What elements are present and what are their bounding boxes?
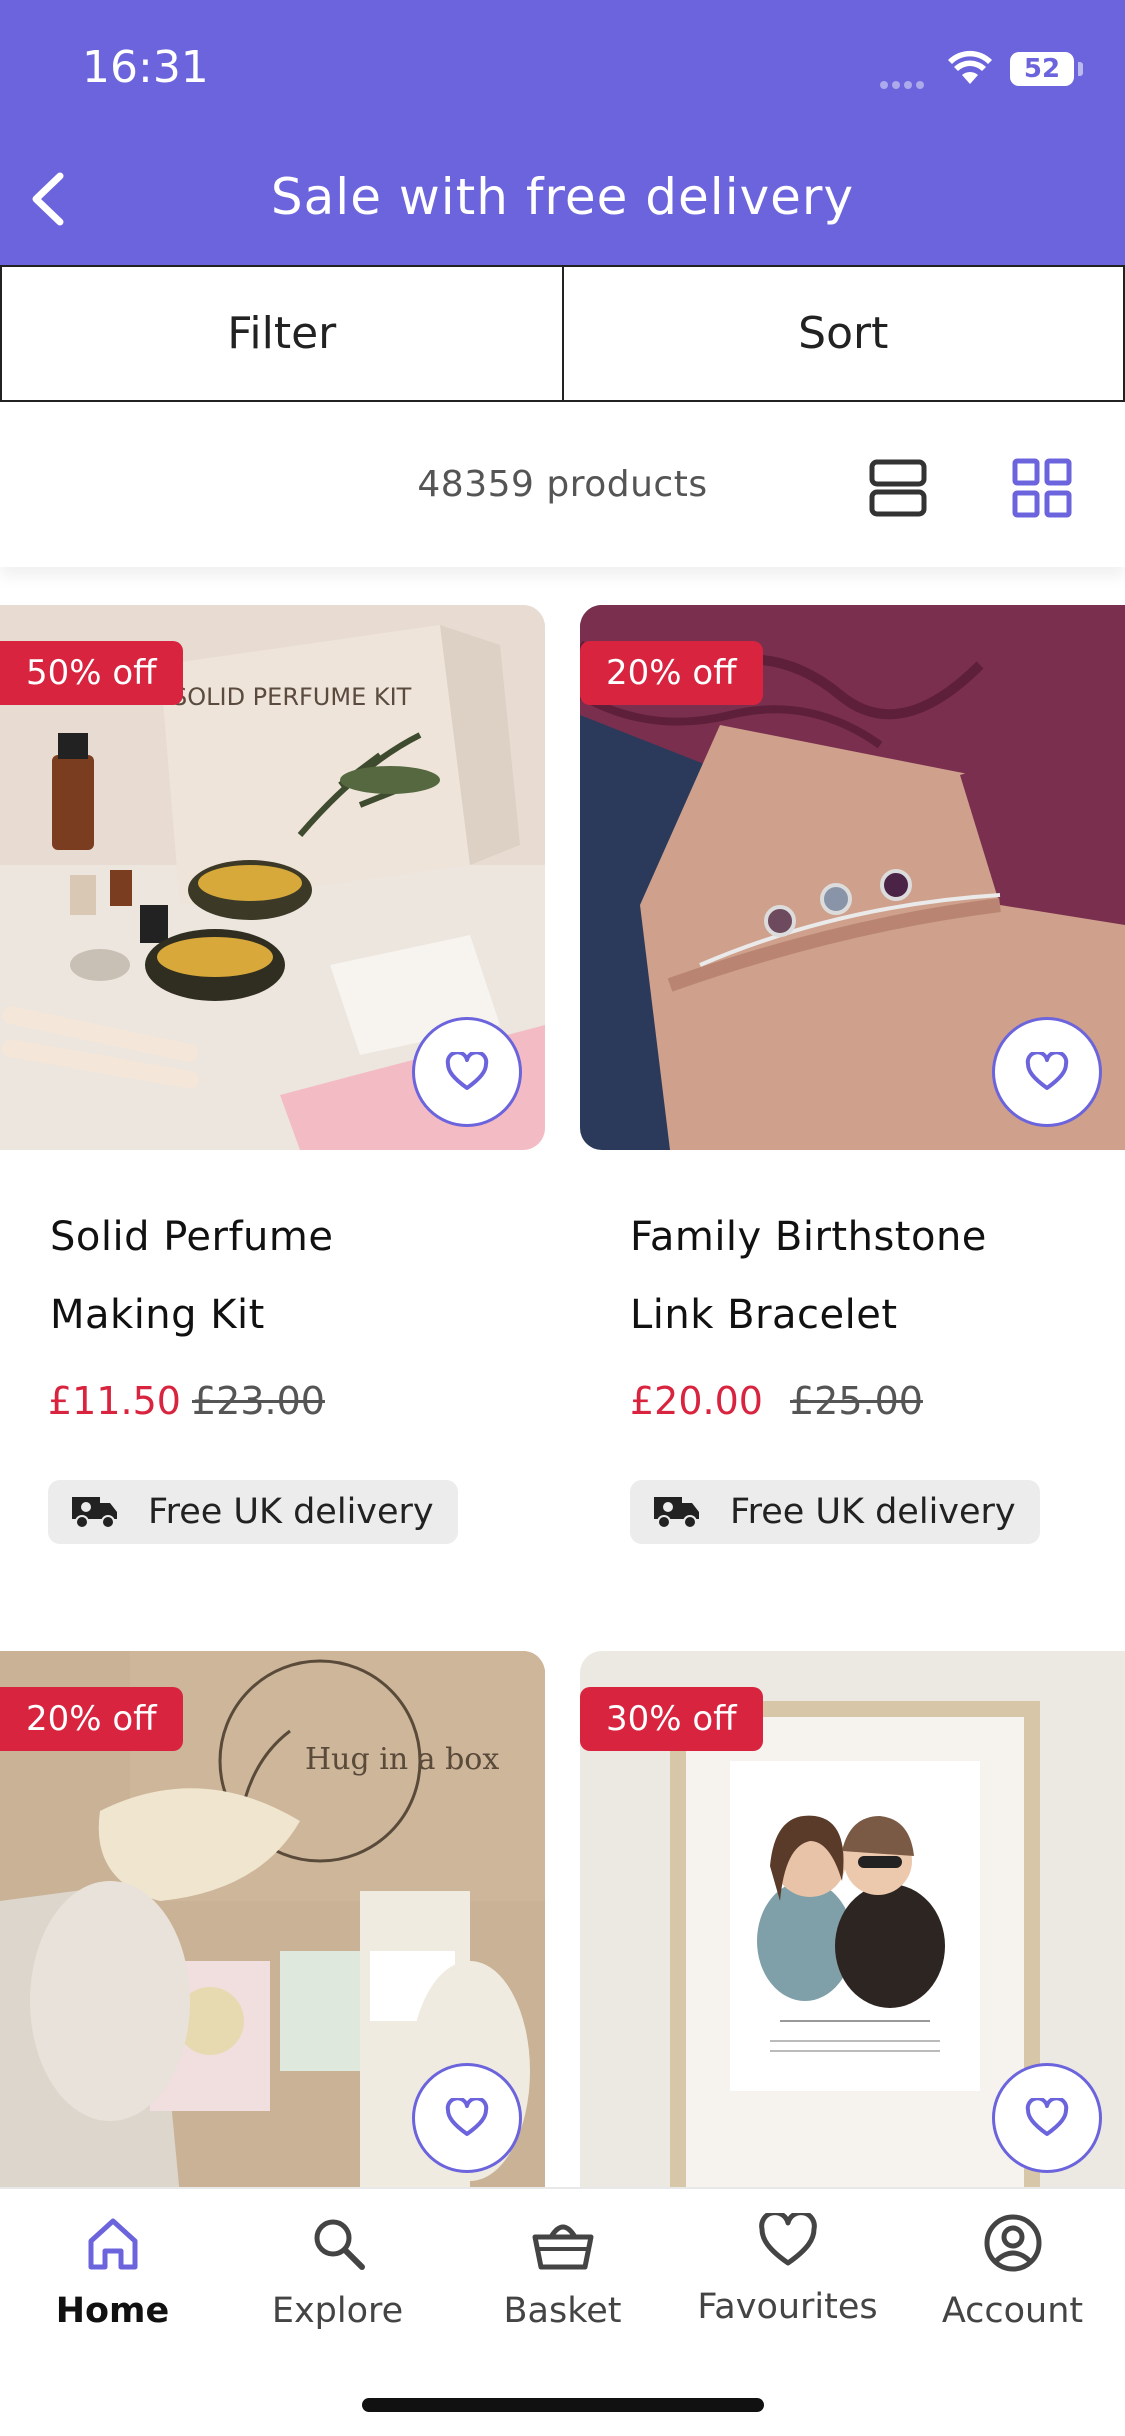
sort-button[interactable]: Sort xyxy=(563,265,1125,402)
discount-badge: 20% off xyxy=(580,641,763,705)
favourite-button[interactable] xyxy=(412,1017,522,1127)
heart-icon xyxy=(445,2098,489,2136)
product-name[interactable]: Family Birthstone Link Bracelet xyxy=(630,1198,1110,1354)
delivery-text: Free UK delivery xyxy=(148,1492,434,1532)
sale-price: £11.50 xyxy=(48,1379,181,1423)
delivery-chip: Free UK delivery xyxy=(630,1480,1040,1544)
home-icon xyxy=(88,2218,137,2270)
delivery-text: Free UK delivery xyxy=(730,1492,1016,1532)
delivery-chip: Free UK delivery xyxy=(48,1480,458,1544)
nav-basket[interactable]: Basket xyxy=(450,2213,675,2331)
product-name-line: Making Kit xyxy=(50,1292,265,1338)
delivery-truck-icon xyxy=(654,1497,699,1529)
page-title: Sale with free delivery xyxy=(270,168,855,226)
sale-price: £20.00 xyxy=(630,1379,763,1423)
nav-label: Basket xyxy=(503,2291,622,2331)
discount-badge: 30% off xyxy=(580,1687,763,1751)
favourite-button[interactable] xyxy=(992,2063,1102,2173)
original-price: £25.00 xyxy=(790,1379,923,1423)
nav-home[interactable]: Home xyxy=(0,2213,225,2331)
heart-icon xyxy=(1025,1052,1069,1090)
home-indicator xyxy=(362,2398,764,2412)
nav-account[interactable]: Account xyxy=(900,2213,1125,2331)
product-name-line: Link Bracelet xyxy=(630,1292,898,1338)
nav-favourites[interactable]: Favourites xyxy=(675,2213,900,2327)
battery-icon: 52 xyxy=(1010,52,1074,86)
product-count: 48359 products xyxy=(417,464,708,505)
nav-explore[interactable]: Explore xyxy=(225,2213,450,2331)
product-name-line: Solid Perfume xyxy=(50,1214,334,1260)
favourite-button[interactable] xyxy=(412,2063,522,2173)
grid-view-icon[interactable] xyxy=(1012,458,1072,518)
search-icon xyxy=(314,2219,365,2270)
app-header: 16:31 52 Sale with free delivery xyxy=(0,0,1125,265)
nav-label: Home xyxy=(55,2291,170,2331)
product-name-line: Family Birthstone xyxy=(630,1214,987,1260)
nav-label: Explore xyxy=(271,2291,404,2331)
list-view-icon[interactable] xyxy=(868,458,928,518)
filter-button[interactable]: Filter xyxy=(0,265,564,402)
hug-box-text: Hug in a box xyxy=(305,1742,499,1777)
discount-badge: 20% off xyxy=(0,1687,183,1751)
heart-icon xyxy=(758,2213,817,2266)
nav-label: Favourites xyxy=(697,2287,878,2327)
results-bar: 48359 products xyxy=(0,402,1125,567)
delivery-truck-icon xyxy=(72,1497,117,1529)
heart-icon xyxy=(1025,2098,1069,2136)
battery-tip xyxy=(1078,62,1083,76)
discount-badge: 50% off xyxy=(0,641,183,705)
product-name[interactable]: Solid Perfume Making Kit xyxy=(50,1198,530,1354)
basket-icon xyxy=(532,2224,593,2270)
original-price: £23.00 xyxy=(192,1379,325,1423)
heart-icon xyxy=(445,1052,489,1090)
favourite-button[interactable] xyxy=(992,1017,1102,1127)
account-icon xyxy=(984,2214,1041,2272)
status-time: 16:31 xyxy=(82,42,209,93)
signal-icon xyxy=(880,76,932,89)
perfume-box-text: SOLID PERFUME KIT xyxy=(172,683,412,711)
filter-sort-bar: Filter Sort xyxy=(0,265,1125,402)
nav-label: Account xyxy=(941,2291,1084,2331)
wifi-icon xyxy=(948,50,992,84)
